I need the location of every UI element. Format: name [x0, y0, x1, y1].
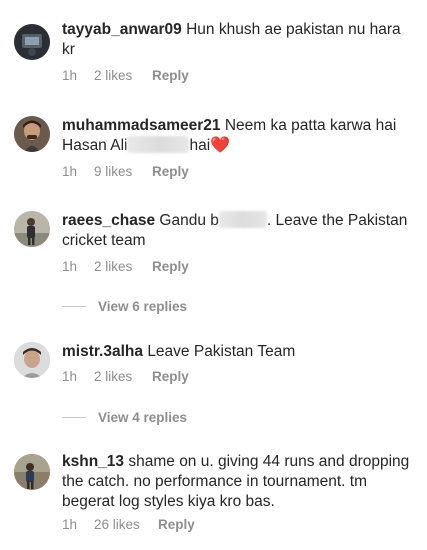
avatar[interactable] [14, 116, 50, 152]
comment-likes[interactable]: 9 likes [94, 164, 152, 179]
comment-text: kshn_13 shame on u. giving 44 runs and d… [62, 452, 413, 512]
avatar[interactable] [14, 342, 50, 378]
comment-username[interactable]: muhammadsameer21 [62, 117, 221, 134]
avatar-image-icon [14, 211, 50, 247]
comment-meta: 1h 2 likes Reply [62, 259, 189, 274]
comment-text: muhammadsameer21 Neem ka patta karwa hai… [62, 116, 413, 156]
comment-likes[interactable]: 26 likes [94, 517, 158, 532]
comment-time: 1h [62, 517, 78, 532]
avatar[interactable] [14, 454, 50, 490]
comment-content: Gandu b [159, 212, 219, 229]
reply-button[interactable]: Reply [152, 68, 189, 83]
comment-meta: 1h 9 likes Reply [62, 164, 189, 179]
comment-likes[interactable]: 2 likes [94, 369, 152, 384]
comment-time: 1h [62, 68, 78, 83]
avatar-image-icon [14, 454, 50, 490]
avatar-image-icon [14, 24, 50, 60]
reply-button[interactable]: Reply [152, 259, 189, 274]
reply-button[interactable]: Reply [152, 164, 189, 179]
comment-username[interactable]: raees_chase [62, 212, 155, 229]
comment-text: mistr.3alha Leave Pakistan Team [62, 342, 413, 362]
avatar-image-icon [14, 342, 50, 378]
view-replies-button[interactable]: View 4 replies [62, 410, 187, 425]
comment-content: Leave Pakistan Team [147, 343, 296, 360]
comment-username[interactable]: mistr.3alha [62, 343, 143, 360]
comment-time: 1h [62, 369, 78, 384]
comment-meta: 1h 2 likes Reply [62, 68, 189, 83]
avatar[interactable] [14, 211, 50, 247]
comment-likes[interactable]: 2 likes [94, 68, 152, 83]
comment-text: raees_chase Gandu b. Leave the Pakistan … [62, 211, 413, 251]
comment-username[interactable]: tayyab_anwar09 [62, 21, 182, 38]
comment-text: tayyab_anwar09 Hun khush ae pakistan nu … [62, 20, 413, 60]
redacted-text [218, 211, 267, 228]
comment-likes[interactable]: 2 likes [94, 259, 152, 274]
reply-button[interactable]: Reply [152, 369, 189, 384]
comment-username[interactable]: kshn_13 [62, 453, 124, 470]
avatar-image-icon [14, 116, 50, 152]
divider-line [62, 417, 86, 418]
comment-time: 1h [62, 259, 78, 274]
view-replies-label[interactable]: View 4 replies [98, 410, 187, 425]
heart-emoji: ❤️ [210, 137, 231, 154]
view-replies-label[interactable]: View 6 replies [98, 299, 187, 314]
comment-meta: 1h 26 likes Reply [62, 517, 195, 532]
comment-time: 1h [62, 164, 78, 179]
redacted-text [127, 136, 190, 153]
reply-button[interactable]: Reply [158, 517, 195, 532]
comment-meta: 1h 2 likes Reply [62, 369, 189, 384]
comment-content-suffix: hai [189, 137, 211, 154]
divider-line [62, 306, 86, 307]
avatar[interactable] [14, 24, 50, 60]
view-replies-button[interactable]: View 6 replies [62, 299, 187, 314]
